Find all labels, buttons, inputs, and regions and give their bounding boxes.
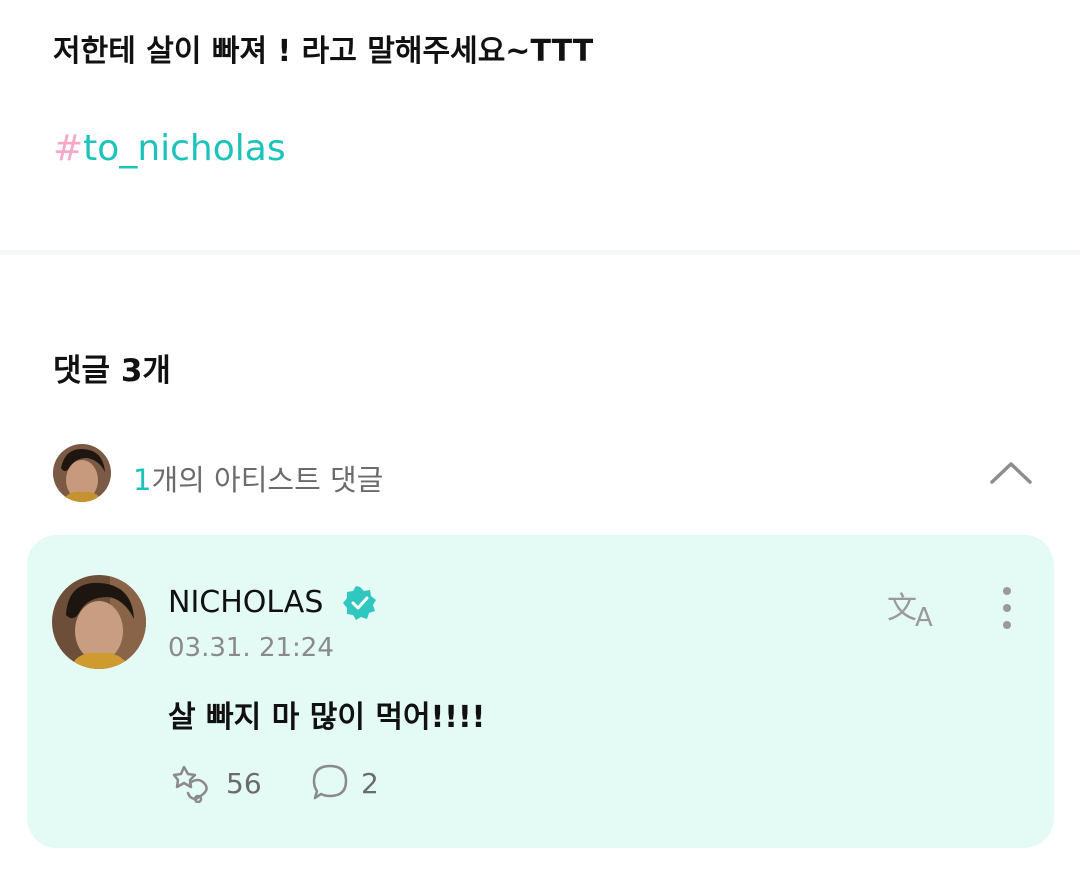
artist-comments-toggle[interactable]: 1개의 아티스트 댓글 [53,444,1033,504]
comment-timestamp: 03.31. 21:24 [168,633,334,663]
more-vertical-icon[interactable] [997,585,1017,631]
artist-count-label: 개의 아티스트 댓글 [151,463,384,497]
author-name[interactable]: NICHOLAS [168,585,323,620]
post-text: 저한테 살이 빠져 ! 라고 말해주세요~TTT [53,34,594,69]
hashtag-link[interactable]: #to_nicholas [53,128,286,169]
reply-button[interactable]: 2 [311,761,401,803]
artist-avatar-small [53,444,111,502]
author-avatar[interactable] [52,575,146,669]
svg-text:文: 文 [887,591,917,626]
artist-comment-count: 1개의 아티스트 댓글 [133,457,383,499]
reply-count: 2 [361,767,379,800]
verified-badge-icon [343,586,377,620]
like-count: 56 [226,767,262,800]
section-divider [0,250,1080,255]
svg-text:A: A [915,603,933,628]
comments-title: 댓글 3개 [53,353,171,389]
artist-count-number: 1 [133,463,152,497]
chevron-up-icon[interactable] [989,458,1033,486]
reply-bubble-icon [311,763,349,801]
artist-comment-card: NICHOLAS 03.31. 21:24 살 빠지 마 많이 먹어!!!! 文… [27,535,1054,848]
comment-body: 살 빠지 마 많이 먹어!!!! [168,700,486,735]
hashtag-text: to_nicholas [83,128,286,169]
translate-icon[interactable]: 文 A [887,588,943,633]
hashtag-symbol: # [53,128,84,169]
like-icon [168,761,214,804]
like-button[interactable]: 56 [168,761,278,804]
